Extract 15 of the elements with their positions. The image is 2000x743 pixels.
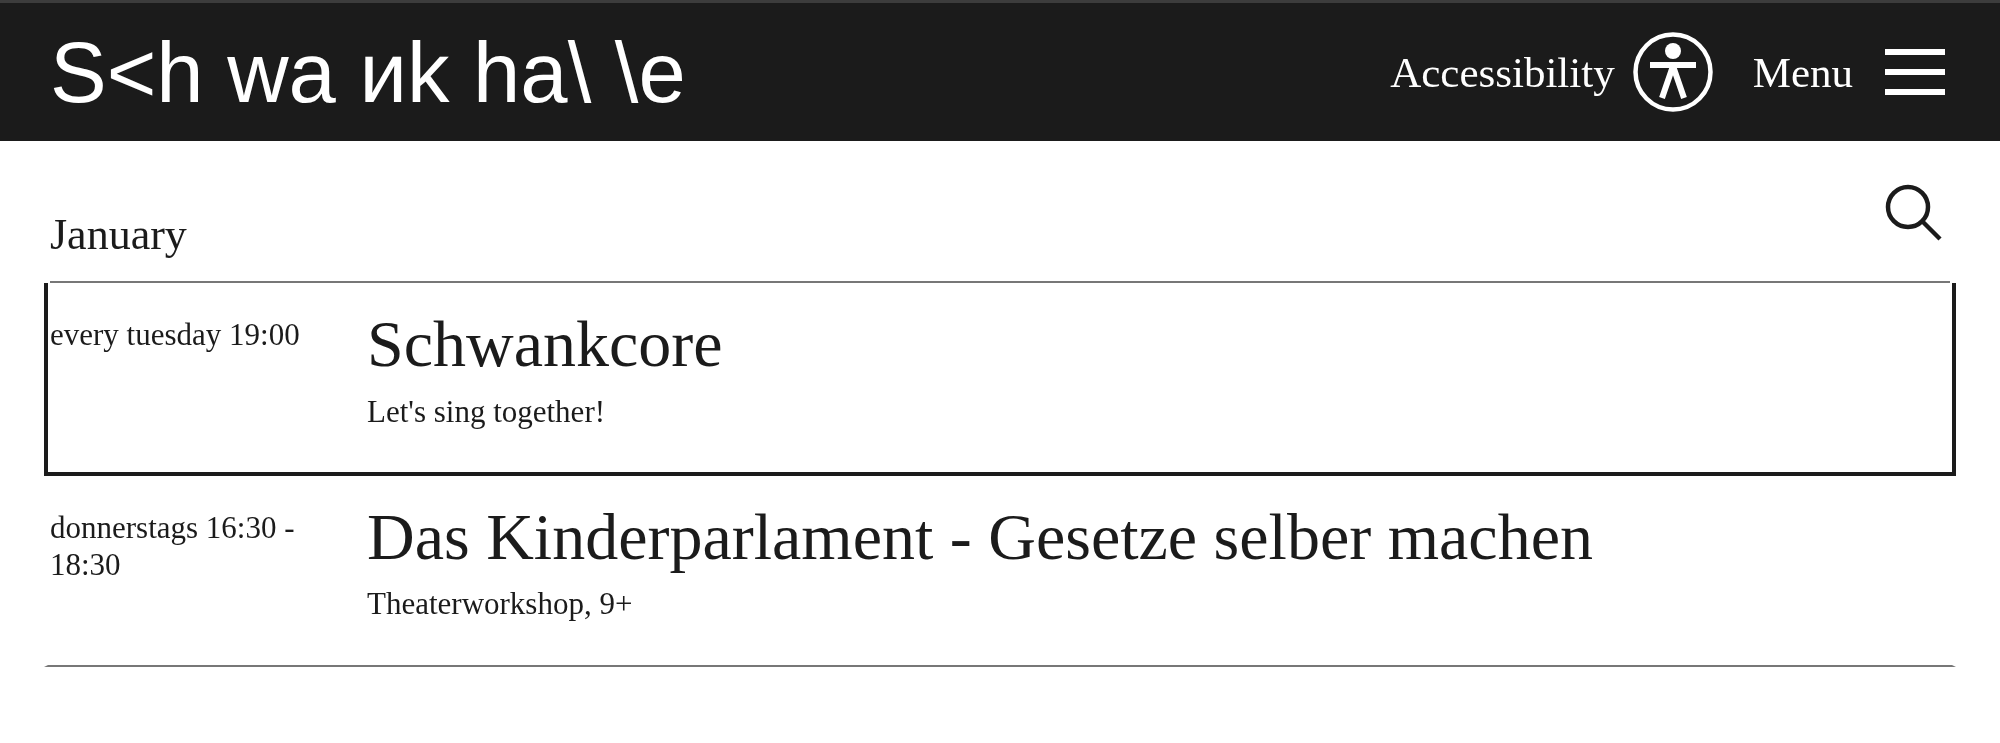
- event-date: every tuesday 19:00: [49, 316, 301, 354]
- event-subtitle: Let's sing together!: [367, 392, 607, 430]
- search-icon[interactable]: [1883, 183, 1943, 241]
- site-logo[interactable]: S<h wa иk ha\ \e: [50, 29, 686, 115]
- month-heading: January: [50, 213, 187, 257]
- accessibility-button[interactable]: Accessibility: [1390, 32, 1713, 112]
- event-row[interactable]: donnerstags 16:30 - 18:30 Das Kinderparlament - Gesetze selber machen Theaterworkshop, 9+: [44, 475, 1956, 667]
- event-row[interactable]: every tuesday 19:00 Schwankcore Let's sing together!: [44, 283, 1956, 476]
- menu-icon: [1885, 49, 1945, 95]
- event-title: Schwankcore: [367, 308, 723, 381]
- event-date: donnerstags 16:30 - 18:30: [49, 508, 296, 584]
- event-subtitle: Theaterworkshop, 9+: [367, 585, 634, 623]
- event-title: Das Kinderparlament - Gesetze selber machen: [367, 500, 1593, 574]
- accessibility-icon: [1632, 32, 1713, 112]
- menu-button[interactable]: Menu: [1752, 49, 1945, 95]
